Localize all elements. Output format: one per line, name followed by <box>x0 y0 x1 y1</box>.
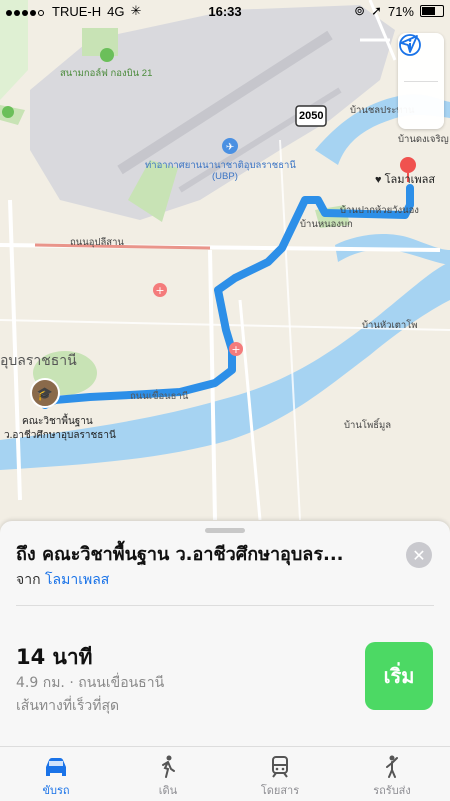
hospital-icon: + <box>229 342 243 356</box>
tab-label: เดิน <box>158 784 178 797</box>
from-line: จาก โลมาเพลส <box>16 569 109 591</box>
airport-icon: ✈ <box>222 138 238 154</box>
tab-drive[interactable]: ขับรถ <box>0 747 112 801</box>
map-label-airport-code: (UBP) <box>212 171 238 182</box>
heart-icon: ♥ <box>375 174 382 186</box>
location-arrow-icon <box>400 35 418 53</box>
hospital-icon: + <box>153 283 167 297</box>
locate-button[interactable] <box>398 35 444 130</box>
tab-label: รถรับส่ง <box>373 784 411 797</box>
map-label-destination-1: คณะวิชาพื้นฐาน <box>22 416 93 427</box>
close-icon: ✕ <box>412 545 426 565</box>
map-label-ban-nongbok: บ้านหนองบก <box>300 219 353 230</box>
tab-rideshare[interactable]: รถรับส่ง <box>336 747 448 801</box>
battery-icon <box>420 5 444 17</box>
transport-tab-bar: ขับรถ เดิน โดยสาร รถรับส่ง <box>0 746 450 801</box>
battery-percent: 71% <box>387 3 414 19</box>
carrier-name: TRUE-H <box>52 3 102 19</box>
from-prefix: จาก <box>16 572 41 588</box>
walk-icon <box>162 755 175 778</box>
map-controls <box>398 33 444 129</box>
map-label-ban-dongcharoen: บ้านดงเจริญ <box>398 134 449 145</box>
car-icon <box>46 758 66 776</box>
status-bar: TRUE-H 4G ✳ 16:33 ⊚ ➚ 71% <box>0 0 450 22</box>
svg-text:✈: ✈ <box>226 142 234 153</box>
orientation-lock-icon: ⊚ <box>354 3 366 18</box>
map-label-highway: 2050 <box>299 110 324 122</box>
divider <box>16 605 434 606</box>
map-label-city: อุบลราชธานี <box>0 352 77 368</box>
route-eta: 14 นาที <box>16 645 93 669</box>
destination-icon: 🎓 <box>30 378 60 408</box>
destination-title: ถึง คณะวิชาพื้นฐาน ว.อาชีวศึกษาอุบลร... <box>16 544 344 565</box>
rideshare-icon <box>386 755 398 778</box>
tab-label: โดยสาร <box>260 784 300 797</box>
park-icon <box>2 106 14 118</box>
from-place-link[interactable]: โลมาเพลส <box>45 572 109 588</box>
location-icon: ➚ <box>371 3 382 18</box>
map-view[interactable]: + + ✈ 🎓 สนามกอล์ฟ กองบิน 21 ท่าอากาศยานน… <box>0 0 450 520</box>
route-distance: 4.9 กม. · ถนนเขื่อนธานี <box>16 675 165 691</box>
start-button[interactable]: เริ่ม <box>365 642 433 710</box>
map-label-ban-phonmun: บ้านโพธิ์มูล <box>344 420 392 431</box>
map-label-road-upparisan: ถนนอุปลีสาน <box>70 237 124 248</box>
map-label-ban-pakhuai: บ้านปากห้วยวังนอง <box>340 205 419 216</box>
svg-text:+: + <box>231 343 240 356</box>
map-label-ban-huataopo: บ้านหัวเตาโพ <box>362 320 418 331</box>
tab-transit[interactable]: โดยสาร <box>224 747 336 801</box>
tab-walk[interactable]: เดิน <box>112 747 224 801</box>
golf-icon <box>100 48 114 62</box>
map-label-origin: ♥ โลมาเพลส <box>375 174 436 186</box>
svg-text:+: + <box>155 284 164 297</box>
sheet-grabber[interactable] <box>205 528 245 533</box>
close-button[interactable]: ✕ <box>406 542 432 568</box>
signal-icon <box>6 4 46 19</box>
map-label-destination-2: ว.อาชีวศึกษาอุบลราชธานี <box>4 430 116 441</box>
directions-sheet: ถึง คณะวิชาพื้นฐาน ว.อาชีวศึกษาอุบลร... … <box>0 521 450 746</box>
route-note: เส้นทางที่เร็วที่สุด <box>16 698 120 714</box>
map-label-golf: สนามกอล์ฟ กองบิน 21 <box>60 68 153 79</box>
train-icon <box>272 756 288 778</box>
tab-label: ขับรถ <box>42 784 70 797</box>
svg-text:🎓: 🎓 <box>37 387 53 402</box>
map-label-road-khuean: ถนนเขื่อนธานี <box>130 391 189 402</box>
activity-icon: ✳ <box>130 3 142 18</box>
network-type: 4G <box>107 3 125 19</box>
